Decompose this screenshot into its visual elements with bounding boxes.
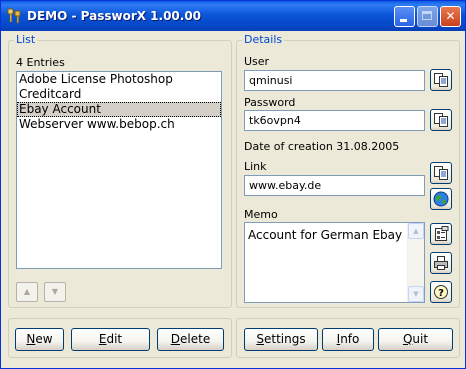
arrow-up-icon: ▲ xyxy=(23,287,31,296)
title-bar[interactable]: DEMO - PassworX 1.00.00 ✕ xyxy=(1,1,465,31)
memo-label: Memo xyxy=(244,208,278,221)
list-item[interactable]: Ebay Account xyxy=(17,102,221,117)
link-label: Link xyxy=(244,160,267,173)
password-label: Password xyxy=(244,96,296,109)
copy-user-button[interactable] xyxy=(430,69,452,91)
copy-password-button[interactable] xyxy=(430,109,452,131)
window-title: DEMO - PassworX 1.00.00 xyxy=(27,9,202,23)
minimize-icon xyxy=(400,19,407,22)
app-window: DEMO - PassworX 1.00.00 ✕ List 4 Entries… xyxy=(0,0,466,369)
printer-icon xyxy=(434,256,448,270)
arrow-down-icon: ▼ xyxy=(51,287,59,296)
copy-icon xyxy=(434,73,448,87)
globe-icon xyxy=(433,191,449,207)
print-button[interactable] xyxy=(430,252,452,274)
maximize-button[interactable] xyxy=(417,6,438,27)
app-keys-icon xyxy=(7,8,21,24)
details-group-title: Details xyxy=(242,33,285,46)
entry-count: 4 Entries xyxy=(16,56,65,69)
open-link-button[interactable] xyxy=(430,188,452,210)
memo-text: Account for German Ebay xyxy=(248,228,403,242)
list-item[interactable]: Adobe License Photoshop xyxy=(17,72,221,87)
close-icon: ✕ xyxy=(445,9,456,23)
scroll-down-icon[interactable]: ▼ xyxy=(408,286,424,302)
creation-date: Date of creation 31.08.2005 xyxy=(244,140,400,153)
copy-link-button[interactable] xyxy=(430,162,452,184)
memo-scrollbar[interactable]: ▲ ▼ xyxy=(407,223,424,302)
quit-button[interactable]: Quit xyxy=(378,328,453,351)
move-up-button[interactable]: ▲ xyxy=(16,282,38,302)
link-field[interactable]: www.ebay.de xyxy=(244,175,425,196)
list-group-title: List xyxy=(14,33,38,46)
edit-button[interactable]: Edit xyxy=(71,328,150,351)
svg-text:?: ? xyxy=(438,288,444,299)
move-down-button[interactable]: ▼ xyxy=(44,282,66,302)
user-label: User xyxy=(244,55,270,68)
properties-icon xyxy=(435,226,449,241)
delete-button[interactable]: Delete xyxy=(157,328,224,351)
list-item[interactable]: Creditcard xyxy=(17,87,221,102)
help-button[interactable]: ? xyxy=(430,281,452,303)
copy-icon xyxy=(434,113,448,127)
user-field[interactable]: qminusi xyxy=(244,70,425,91)
settings-button[interactable]: Settings xyxy=(244,328,318,351)
copy-icon xyxy=(434,166,448,180)
new-button[interactable]: New xyxy=(15,328,64,351)
maximize-icon xyxy=(422,11,432,20)
list-item[interactable]: Webserver www.bebop.ch xyxy=(17,117,221,132)
memo-field[interactable]: Account for German Ebay ▲ ▼ xyxy=(244,222,425,303)
password-field[interactable]: tk6ovpn4 xyxy=(244,110,425,131)
properties-button[interactable] xyxy=(430,223,452,245)
minimize-button[interactable] xyxy=(394,6,415,27)
entries-list[interactable]: Adobe License Photoshop Creditcard Ebay Ac… xyxy=(16,71,222,269)
scroll-up-icon[interactable]: ▲ xyxy=(408,223,424,239)
info-button[interactable]: Info xyxy=(322,328,374,351)
close-button[interactable]: ✕ xyxy=(440,6,461,27)
help-icon: ? xyxy=(434,285,448,299)
